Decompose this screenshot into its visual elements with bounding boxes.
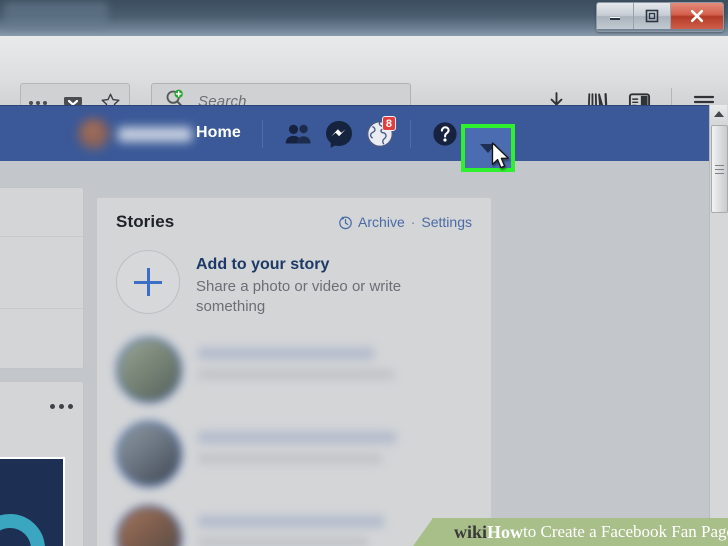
restore-button[interactable]: [634, 3, 671, 29]
left-card-bottom[interactable]: [0, 381, 84, 546]
card-thumbnail[interactable]: [0, 457, 65, 546]
overflow-menu-icon[interactable]: [29, 100, 48, 105]
nav-divider-right: [410, 120, 411, 148]
archive-clock-icon: [338, 215, 353, 230]
nav-home-link[interactable]: Home: [196, 124, 241, 142]
story-name: [198, 515, 384, 528]
action-separator: ·: [410, 214, 416, 230]
messenger-icon[interactable]: [322, 118, 356, 150]
nav-divider-left: [262, 120, 263, 148]
stories-header-actions: Archive · Settings: [338, 214, 472, 230]
notifications-icon[interactable]: 8: [363, 116, 397, 150]
profile-name: [118, 126, 192, 142]
watermark-how: How: [487, 521, 524, 542]
window-title-bar: [0, 0, 728, 36]
story-text: [198, 337, 394, 380]
story-avatar: [116, 337, 182, 403]
story-subtitle: [198, 537, 368, 546]
page-content: Stories Archive · Settings Add to your s…: [0, 161, 710, 546]
story-text: [198, 421, 396, 464]
watermark-wiki: wiki: [454, 521, 488, 542]
add-to-your-story-row[interactable]: Add to your story Share a photo or video…: [97, 246, 491, 335]
facebook-navigation-bar: Home 8: [0, 105, 728, 163]
story-avatar: [116, 421, 182, 487]
add-story-title: Add to your story: [196, 256, 330, 273]
browser-tab[interactable]: [4, 2, 108, 28]
notifications-badge: 8: [381, 116, 396, 131]
vertical-scrollbar[interactable]: [709, 105, 728, 546]
scroll-up-arrow-icon[interactable]: [710, 105, 727, 123]
browser-toolbar: Search: [0, 36, 728, 122]
story-subtitle: [198, 369, 394, 380]
add-story-text: Add to your story Share a photo or video…: [196, 250, 431, 317]
settings-link[interactable]: Settings: [421, 214, 472, 230]
stories-header: Stories Archive · Settings: [97, 198, 491, 246]
story-name: [198, 431, 396, 444]
help-icon[interactable]: [428, 118, 462, 150]
stories-card: Stories Archive · Settings Add to your s…: [96, 197, 492, 546]
archive-link[interactable]: Archive: [358, 214, 405, 230]
friend-requests-icon[interactable]: [281, 118, 315, 150]
story-item[interactable]: [97, 335, 491, 419]
stories-title: Stories: [116, 212, 175, 231]
story-item[interactable]: [97, 419, 491, 503]
add-story-subtitle: Share a photo or video or write somethin…: [196, 278, 402, 315]
window-controls: [596, 2, 724, 32]
mouse-cursor: [491, 142, 513, 177]
story-text: [198, 505, 384, 546]
left-card-top[interactable]: [0, 187, 84, 369]
profile-shortcut[interactable]: [78, 118, 192, 150]
watermark-title: to Create a Facebook Fan Page: [523, 522, 728, 541]
avatar: [78, 118, 110, 150]
story-subtitle: [198, 453, 382, 464]
scrollbar-thumb[interactable]: [711, 125, 728, 213]
more-options-icon[interactable]: [50, 404, 73, 409]
close-button[interactable]: [671, 3, 723, 29]
wikihow-watermark: wiki How to Create a Facebook Fan Page: [412, 518, 728, 546]
story-name: [198, 347, 374, 360]
plus-icon[interactable]: [116, 250, 180, 314]
story-avatar: [116, 505, 182, 546]
browser-window: Search Home 8 Stories Archive · Settings…: [0, 0, 728, 546]
minimize-button[interactable]: [597, 3, 634, 29]
